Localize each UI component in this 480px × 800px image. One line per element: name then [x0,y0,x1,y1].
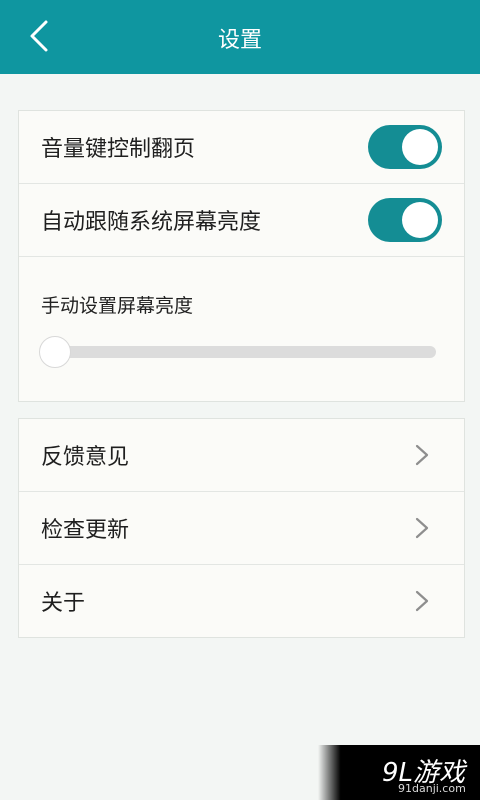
reading-settings-card: 音量键控制翻页 自动跟随系统屏幕亮度 手动设置屏幕亮度 [18,110,465,402]
volume-key-row: 音量键控制翻页 [19,111,464,184]
brightness-slider-track[interactable] [43,346,436,358]
chevron-right-icon [415,590,429,612]
toggle-knob [402,129,438,165]
auto-brightness-toggle[interactable] [368,198,442,242]
toggle-knob [402,202,438,238]
chevron-right-icon [415,444,429,466]
volume-key-toggle[interactable] [368,125,442,169]
about-row[interactable]: 关于 [19,565,464,638]
check-update-label: 检查更新 [41,518,130,543]
site-watermark: 9L游戏 91danji.com [318,745,480,800]
feedback-label: 反馈意见 [41,445,130,470]
menu-card: 反馈意见 检查更新 关于 [18,418,465,638]
app-header: 设置 [0,0,480,74]
auto-brightness-row: 自动跟随系统屏幕亮度 [19,184,464,257]
watermark-url: 91danji.com [398,782,466,795]
check-update-row[interactable]: 检查更新 [19,492,464,565]
manual-brightness-label: 手动设置屏幕亮度 [41,295,194,317]
about-label: 关于 [41,591,86,616]
feedback-row[interactable]: 反馈意见 [19,419,464,492]
volume-key-label: 音量键控制翻页 [41,137,196,162]
chevron-right-icon [415,517,429,539]
brightness-slider-thumb[interactable] [39,336,71,368]
page-title: 设置 [217,28,262,53]
auto-brightness-label: 自动跟随系统屏幕亮度 [41,210,262,235]
